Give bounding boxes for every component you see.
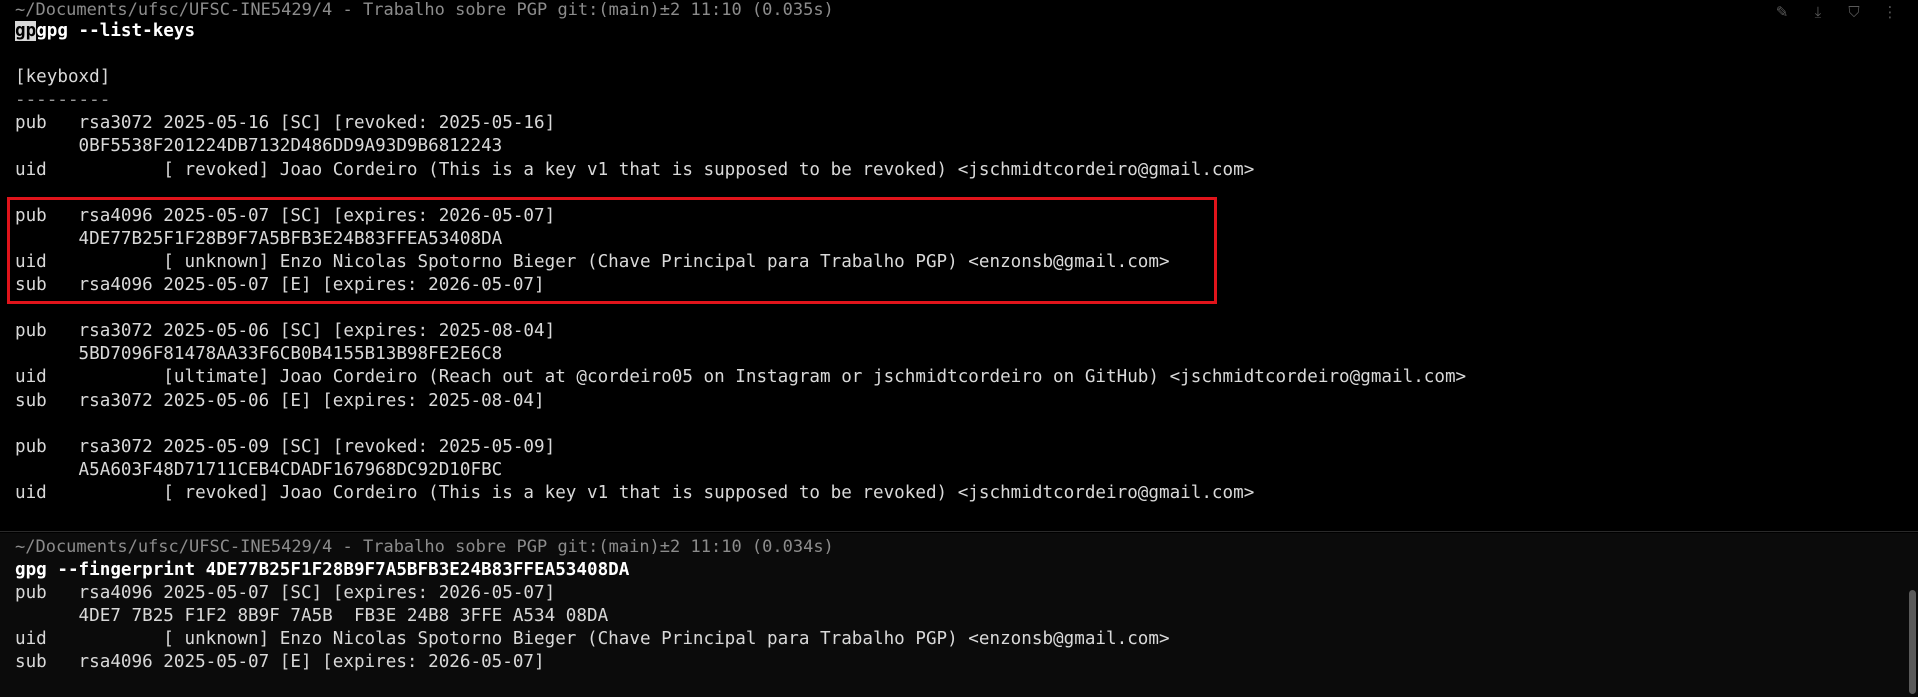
output-line: 4DE7 7B25 F1F2 8B9F 7A5B FB3E 24B8 3FFE … [15,606,609,627]
output-line: [keyboxd] [15,67,111,88]
command-line: gpgpg --list-keys [15,20,195,43]
output-line: A5A603F48D71711CEB4CDADF167968DC92D10FBC [15,459,503,480]
prompt-line: ~/Documents/ufsc/UFSC-INE5429/4 - Trabal… [15,537,834,557]
output-line: sub rsa3072 2025-05-06 [E] [expires: 202… [15,390,545,411]
cursor-text: gp [15,21,37,41]
block-divider [0,531,1918,532]
output-line: pub rsa3072 2025-05-06 [SC] [expires: 20… [15,321,556,342]
highlight-box [7,197,1217,304]
output-line: --------- [15,90,111,111]
command-block-fingerprint[interactable]: ~/Documents/ufsc/UFSC-INE5429/4 - Trabal… [0,533,1918,697]
output-line: uid [ultimate] Joao Cordeiro (Reach out … [15,367,1467,388]
output-line: 0BF5538F201224DB7132D486DD9A93D9B6812243 [15,136,503,157]
output-line: uid [ unknown] Enzo Nicolas Spotorno Bie… [15,629,1170,650]
output-line: pub rsa3072 2025-05-09 [SC] [revoked: 20… [15,436,556,457]
output-line: pub rsa4096 2025-05-07 [SC] [expires: 20… [15,583,556,603]
output-line: sub rsa4096 2025-05-07 [E] [expires: 202… [15,652,545,673]
scrollbar-thumb[interactable] [1909,590,1916,694]
output-line: 5BD7096F81478AA33F6CB0B4155B13B98FE2E6C8 [15,344,503,365]
command-text: gpg --list-keys [36,21,196,41]
output-line: uid [ revoked] Joao Cordeiro (This is a … [15,159,1255,180]
output-line: uid [ revoked] Joao Cordeiro (This is a … [15,482,1255,503]
output-line: pub rsa3072 2025-05-16 [SC] [revoked: 20… [15,113,556,134]
command-line: gpg --fingerprint 4DE77B25F1F28B9F7A5BFB… [15,560,630,580]
prompt-line: ~/Documents/ufsc/UFSC-INE5429/4 - Trabal… [15,0,834,20]
